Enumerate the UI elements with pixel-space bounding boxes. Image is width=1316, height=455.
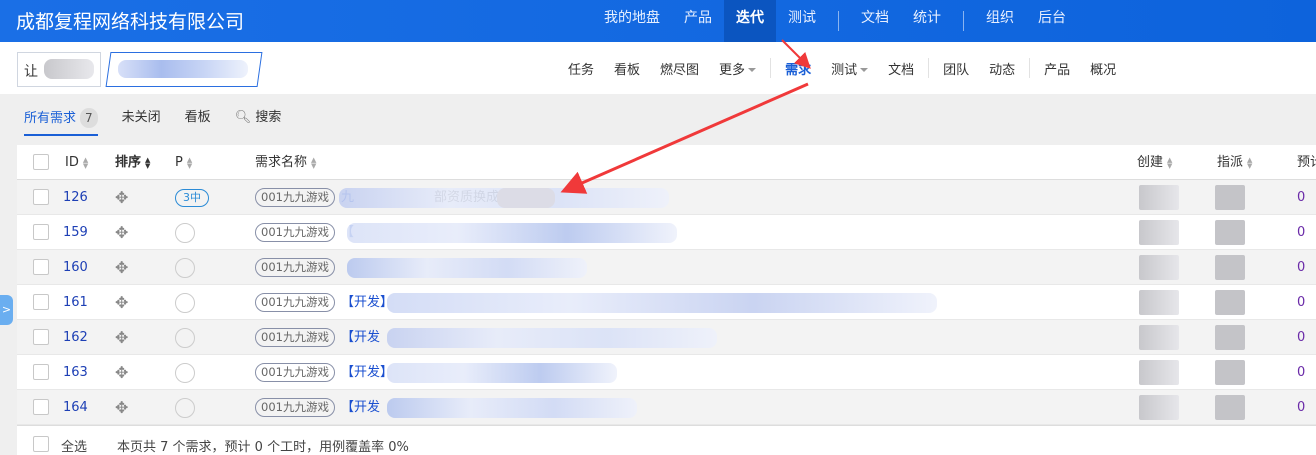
arrow-to-story-row: [560, 82, 809, 194]
arrow-to-story-tab: [781, 39, 811, 69]
annotation-arrows: [560, 39, 811, 194]
